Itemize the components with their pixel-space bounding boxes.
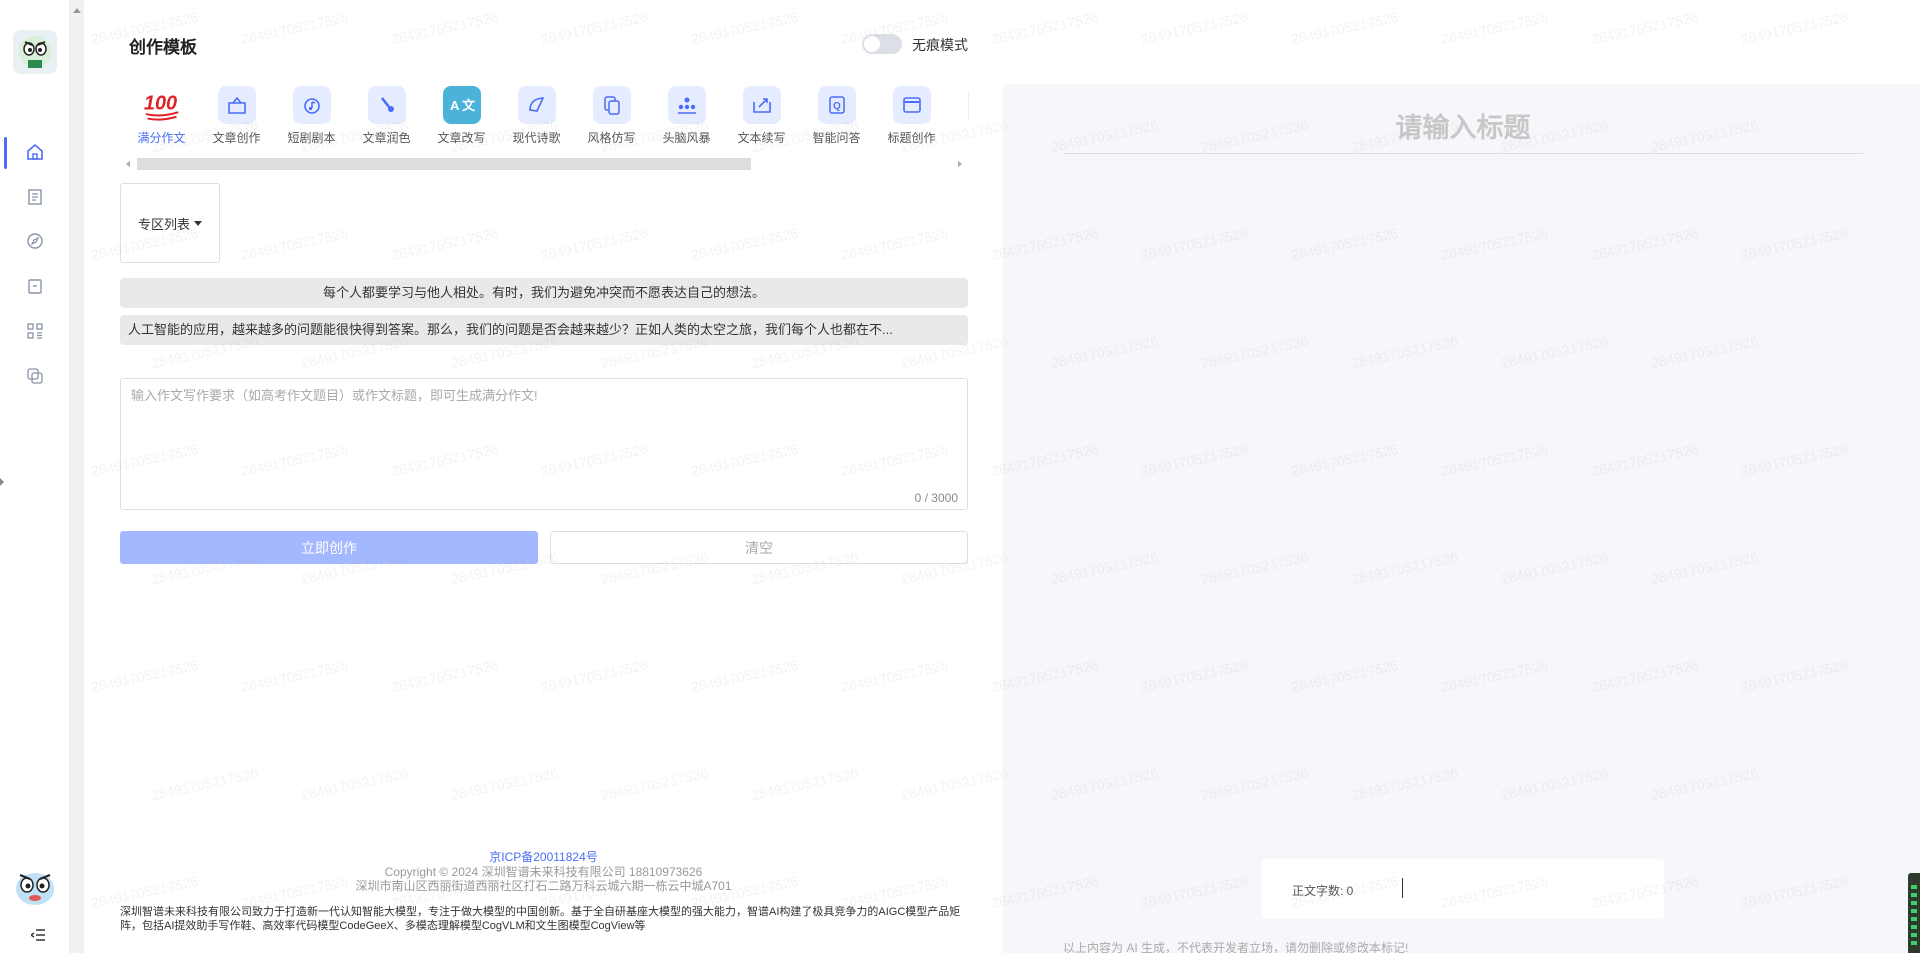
tool-label: 头脑风暴	[662, 131, 711, 145]
brush-icon	[367, 86, 406, 124]
title-divider	[1063, 153, 1863, 154]
caret-down-icon	[194, 220, 202, 226]
tool-short-drama[interactable]: 短剧剧本	[274, 86, 349, 146]
collapse-menu-icon[interactable]	[29, 928, 45, 946]
watermark-text: 28491705217526	[989, 8, 1100, 48]
score-100-icon: 100	[143, 86, 181, 124]
tool-label: 满分作文	[137, 131, 186, 145]
watermark-text: 28491705217526	[1139, 8, 1250, 48]
article-box-icon	[217, 86, 256, 124]
copyright-text: Copyright © 2024 深圳智谱未来科技有限公司 1881097362…	[384, 865, 703, 879]
document-list-icon[interactable]	[24, 186, 46, 208]
user-avatar[interactable]	[12, 863, 58, 909]
svg-text:100: 100	[143, 93, 176, 115]
tool-label: 文章润色	[362, 131, 411, 145]
tool-poetry[interactable]: 现代诗歌	[499, 86, 574, 146]
scroll-left-icon[interactable]	[126, 161, 130, 167]
tool-label: 现代诗歌	[512, 131, 561, 145]
word-count-box: 正文字数: 0	[1262, 859, 1664, 919]
tool-qa[interactable]: Q 智能问答	[799, 86, 874, 146]
zone-list-dropdown[interactable]: 专区列表	[120, 183, 220, 263]
template-toolbar: 100 满分作文 文章创作 短剧剧本 文章润色 A文 文章改写 现代诗歌 风格仿…	[124, 86, 969, 151]
nav-rail	[0, 0, 70, 953]
text-cursor	[1402, 878, 1403, 898]
suggestion-item[interactable]: 人工智能的应用，越来越多的问题能很快得到答案。那么，我们的问题是否会越来越少？正…	[120, 315, 968, 345]
footer: 京ICP备20011824号 Copyright © 2024 深圳智谱未来科技…	[84, 850, 1003, 932]
prompt-input[interactable]	[121, 379, 967, 509]
svg-text:Q: Q	[833, 101, 841, 112]
tool-label: 标题创作	[887, 131, 936, 145]
tool-brainstorm[interactable]: 头脑风暴	[649, 86, 724, 146]
page-title: 创作模板	[129, 38, 197, 57]
tool-imitation[interactable]: 风格仿写	[574, 86, 649, 146]
incognito-toggle[interactable]	[862, 34, 902, 54]
watermark-text: 28491705217526	[1439, 8, 1550, 48]
address-text: 深圳市南山区西丽街道西丽社区打石二路万科云城六期一栋云中城A701	[355, 879, 732, 893]
share-box-icon	[742, 86, 781, 124]
app-logo[interactable]	[13, 30, 57, 74]
apps-grid-icon[interactable]	[24, 320, 46, 342]
tool-perfect-essay[interactable]: 100 满分作文	[124, 86, 199, 146]
svg-text:A: A	[450, 98, 460, 113]
zone-list-label: 专区列表	[137, 216, 190, 232]
app-root: 创作模板 无痕模式 100 满分作文 文章创作 短剧剧本 文章润色 A文 文章改…	[0, 0, 1920, 953]
tool-label: 风格仿写	[587, 131, 636, 145]
title-placeholder[interactable]: 请输入标题	[1063, 106, 1863, 145]
tool-rewrite[interactable]: A文 文章改写	[424, 86, 499, 146]
suggestion-item[interactable]: 每个人都要学习与他人相处。有时，我们为避免冲突而不愿表达自己的想法。	[120, 278, 968, 308]
tool-label: 文章改写	[437, 131, 486, 145]
char-counter: 0 / 3000	[914, 491, 958, 505]
watermark-text: 28491705217526	[1589, 8, 1700, 48]
create-button[interactable]: 立即创作	[120, 531, 538, 564]
copy-icon[interactable]	[24, 365, 46, 387]
active-indicator	[4, 137, 7, 169]
prompt-box: 0 / 3000	[120, 378, 968, 510]
svg-text:文: 文	[462, 98, 475, 113]
tool-label: 文章	[949, 129, 969, 146]
tool-label: 智能问答	[812, 131, 861, 145]
scroll-right-icon[interactable]	[958, 161, 962, 167]
partial-icon	[967, 86, 969, 124]
word-count: 正文字数: 0	[1292, 884, 1354, 898]
vertical-scrollbar[interactable]	[70, 0, 84, 953]
tool-title[interactable]: 标题创作	[874, 86, 949, 146]
company-description: 深圳智谱未来科技有限公司致力于打造新一代认知智能大模型，专注于做大模型的中国创新…	[120, 906, 961, 932]
tool-label: 短剧剧本	[287, 131, 336, 145]
side-meter-widget[interactable]	[1908, 873, 1920, 953]
watermark-text: 28491705217526	[1289, 8, 1400, 48]
tool-polish[interactable]: 文章润色	[349, 86, 424, 146]
window-icon	[892, 86, 931, 124]
toolbar-scrollbar[interactable]	[137, 158, 751, 170]
compass-icon[interactable]	[24, 230, 46, 252]
tool-label: 文本续写	[737, 131, 786, 145]
icp-link[interactable]: 京ICP备20011824号	[84, 850, 1003, 865]
fan-icon	[517, 86, 556, 124]
clipboard-icon[interactable]	[24, 275, 46, 297]
copy-pages-icon	[592, 86, 631, 124]
watermark-text: 28491705217526	[1739, 8, 1850, 48]
ai-disclaimer: 以上内容为 AI 生成，不代表开发者立场，请勿删除或修改本标记!	[1063, 941, 1409, 953]
music-note-icon	[292, 86, 331, 124]
tool-partial[interactable]: 文章	[949, 86, 969, 146]
tool-article-writing[interactable]: 文章创作	[199, 86, 274, 146]
home-icon[interactable]	[24, 141, 46, 163]
preview-panel: 请输入标题 正文字数: 0 以上内容为 AI 生成，不代表开发者立场，请勿删除或…	[1003, 84, 1920, 953]
translate-icon: A文	[442, 86, 481, 124]
tool-continue[interactable]: 文本续写	[724, 86, 799, 146]
people-icon	[667, 86, 706, 124]
expand-arrow-icon[interactable]	[0, 478, 4, 486]
clear-button[interactable]: 清空	[550, 531, 968, 564]
qa-icon: Q	[817, 86, 856, 124]
tool-label: 文章创作	[212, 131, 261, 145]
incognito-label: 无痕模式	[912, 37, 968, 53]
